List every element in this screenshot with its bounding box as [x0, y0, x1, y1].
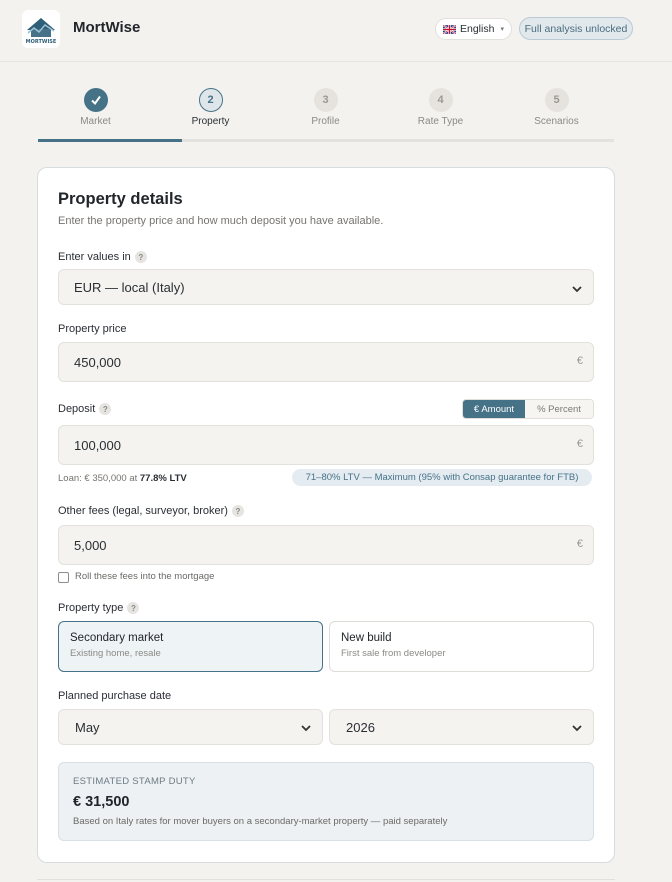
card-subtitle: Enter the property price and how much de… — [58, 215, 384, 227]
step-label: Rate Type — [417, 116, 464, 127]
deposit-mode-toggle: € Amount % Percent — [462, 399, 594, 419]
loan-ltv: 77.8% LTV — [139, 473, 187, 484]
language-selector[interactable]: English ▾ — [435, 18, 512, 40]
chevron-down-icon — [572, 725, 582, 732]
uk-flag-icon — [443, 24, 456, 34]
step-label: Profile — [311, 116, 340, 127]
currency-label: Enter values in — [58, 251, 131, 263]
help-icon[interactable]: ? — [99, 403, 112, 415]
percent-toggle-button[interactable]: % Percent — [525, 400, 593, 418]
euro-suffix: € — [576, 538, 583, 550]
footer-divider — [37, 879, 615, 880]
stamp-duty-note: Based on Italy rates for mover buyers on… — [73, 816, 448, 827]
option-subtitle: Existing home, resale — [70, 648, 161, 659]
price-value: 450,000 — [74, 354, 121, 370]
roll-fees-checkbox[interactable] — [58, 572, 69, 583]
currency-select[interactable]: EUR — local (Italy) — [58, 269, 594, 305]
step-number: 2 — [198, 88, 223, 112]
step-profile[interactable]: 3 Profile — [268, 84, 383, 127]
fees-label-row: Other fees (legal, surveyor, broker) ? — [58, 505, 244, 517]
option-secondary-market[interactable]: Secondary market Existing home, resale — [58, 621, 323, 672]
wizard-stepper: Market 2 Property 3 Profile 4 Rate Type … — [38, 84, 614, 142]
step-number: 4 — [428, 88, 453, 112]
progress-fill — [38, 139, 182, 142]
help-icon[interactable]: ? — [231, 505, 244, 517]
step-label: Scenarios — [534, 116, 579, 127]
option-subtitle: First sale from developer — [341, 648, 446, 659]
deposit-label: Deposit — [58, 403, 96, 415]
check-icon — [83, 88, 108, 112]
step-label: Market — [80, 116, 111, 127]
currency-value: EUR — local (Italy) — [74, 279, 185, 295]
fees-value: 5,000 — [74, 537, 107, 553]
progress-track — [38, 139, 614, 142]
deposit-label-row: Deposit ? — [58, 403, 112, 415]
chevron-down-icon — [301, 725, 311, 732]
house-logo-icon: MORTWISE — [26, 18, 57, 45]
card-title: Property details — [58, 190, 183, 208]
euro-suffix: € — [576, 438, 583, 450]
logo-text: MORTWISE — [26, 39, 57, 45]
purchase-year-select[interactable]: 2026 — [329, 709, 594, 745]
property-type-label: Property type — [58, 602, 124, 614]
fees-label: Other fees (legal, surveyor, broker) — [58, 505, 228, 517]
step-rate-type[interactable]: 4 Rate Type — [383, 84, 498, 127]
other-fees-input[interactable]: 5,000 € — [58, 525, 594, 565]
option-title: Secondary market — [70, 632, 164, 644]
month-value: May — [75, 719, 100, 735]
analysis-status-badge: Full analysis unlocked — [519, 17, 633, 40]
property-price-input[interactable]: 450,000 € — [58, 342, 594, 382]
step-property[interactable]: 2 Property — [153, 84, 268, 127]
brand-name: MortWise — [73, 19, 141, 36]
stamp-duty-label: ESTIMATED STAMP DUTY — [73, 776, 196, 787]
chevron-down-icon: ▾ — [500, 26, 504, 33]
step-market[interactable]: Market — [38, 84, 153, 127]
language-label: English — [460, 23, 495, 35]
amount-toggle-button[interactable]: € Amount — [463, 400, 525, 418]
deposit-value: 100,000 — [74, 437, 121, 453]
step-number: 5 — [544, 88, 569, 112]
deposit-input[interactable]: 100,000 € — [58, 425, 594, 465]
option-title: New build — [341, 632, 392, 644]
loan-summary: Loan: € 350,000 at 77.8% LTV — [58, 473, 187, 484]
option-new-build[interactable]: New build First sale from developer — [329, 621, 594, 672]
help-icon[interactable]: ? — [127, 602, 140, 614]
app-header: MORTWISE MortWise English ▾ Full analysi… — [0, 0, 672, 62]
loan-prefix: Loan: € 350,000 at — [58, 473, 140, 484]
roll-fees-label[interactable]: Roll these fees into the mortgage — [75, 571, 214, 582]
step-number: 3 — [313, 88, 338, 112]
euro-suffix: € — [576, 355, 583, 367]
stamp-duty-value: € 31,500 — [73, 794, 130, 810]
step-scenarios[interactable]: 5 Scenarios — [499, 84, 614, 127]
help-icon[interactable]: ? — [134, 251, 147, 263]
step-label: Property — [191, 116, 230, 127]
purchase-date-label: Planned purchase date — [58, 690, 172, 702]
stamp-duty-panel: ESTIMATED STAMP DUTY € 31,500 Based on I… — [58, 762, 594, 841]
ltv-band-badge: 71–80% LTV — Maximum (95% with Consap gu… — [292, 469, 592, 486]
price-label: Property price — [58, 323, 127, 335]
mortwise-logo[interactable]: MORTWISE — [22, 10, 60, 48]
currency-label-row: Enter values in ? — [58, 251, 147, 263]
property-type-label-row: Property type ? — [58, 602, 140, 614]
chevron-down-icon — [572, 286, 582, 293]
property-details-card: Property details Enter the property pric… — [37, 167, 615, 863]
year-value: 2026 — [346, 719, 375, 735]
purchase-month-select[interactable]: May — [58, 709, 323, 745]
